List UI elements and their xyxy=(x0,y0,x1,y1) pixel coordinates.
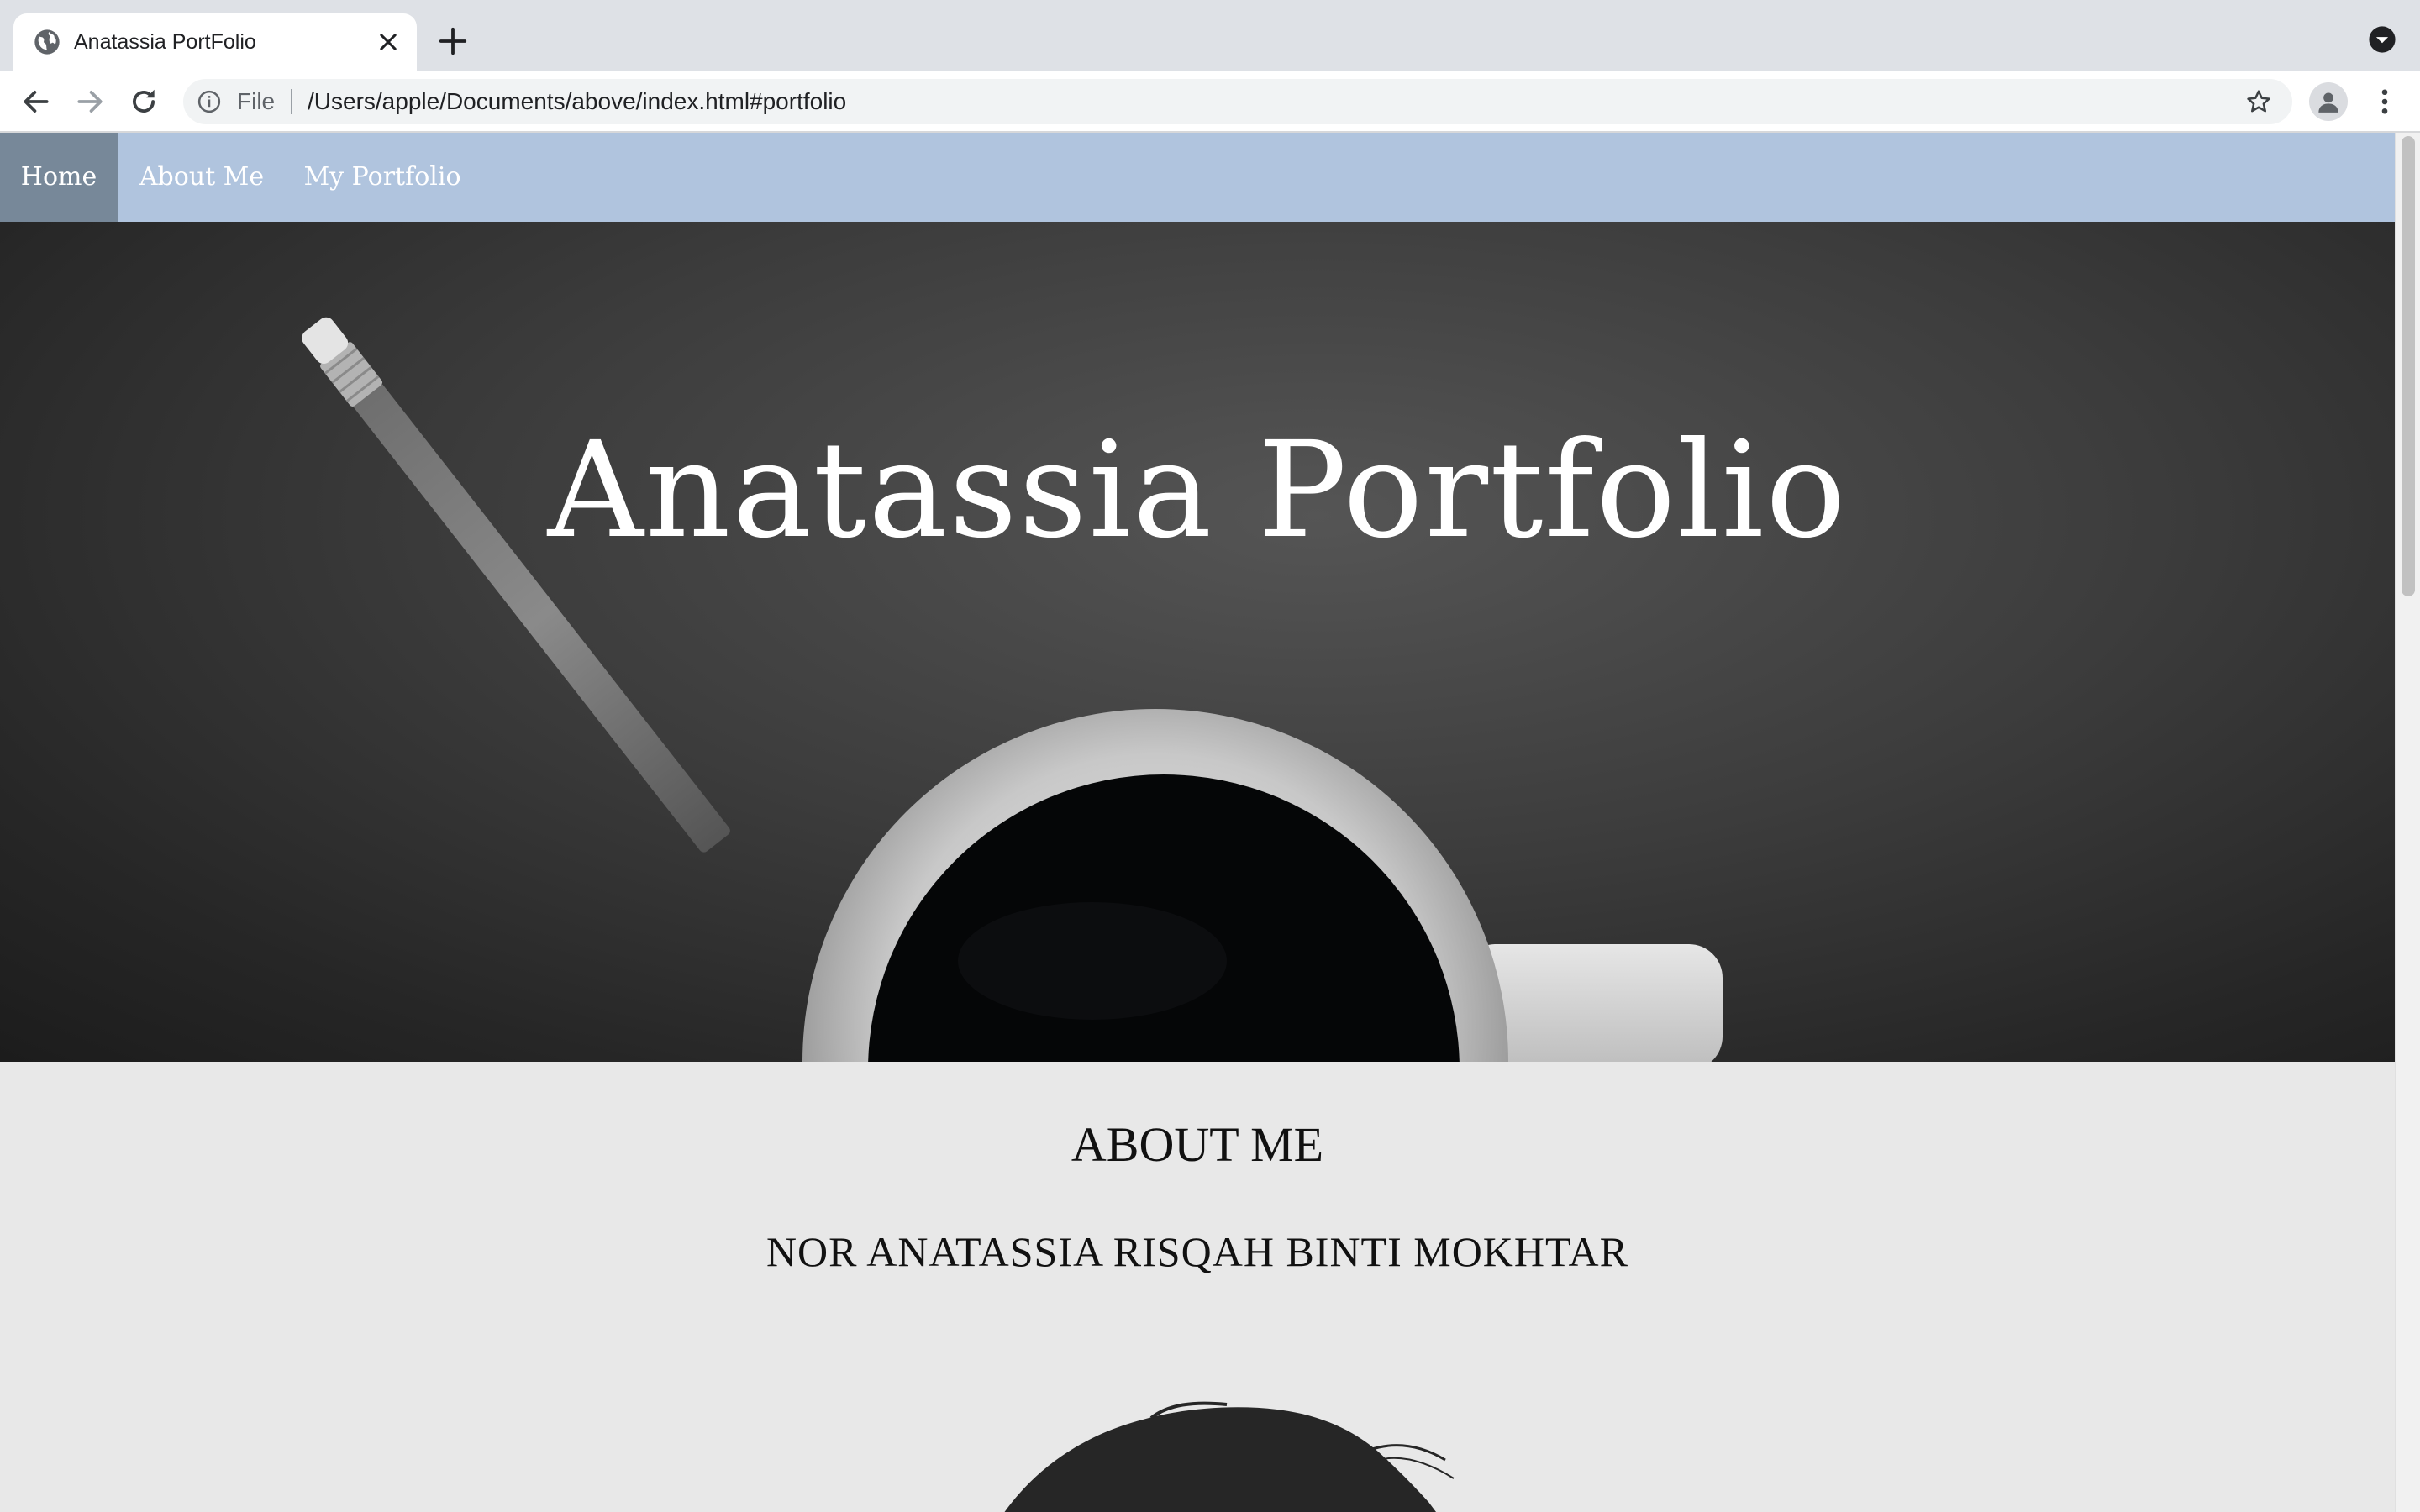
hero-banner: Anatassia Portfolio xyxy=(0,222,2395,1062)
plus-icon[interactable] xyxy=(437,25,469,57)
tab-strip: Anatassia PortFolio xyxy=(0,0,2420,71)
kebab-menu-icon[interactable] xyxy=(2370,86,2400,118)
nav-portfolio-link[interactable]: My Portfolio xyxy=(286,133,479,222)
tab-search-icon[interactable] xyxy=(2368,25,2396,54)
about-full-name: NOR ANATASSIA RISQAH BINTI MOKHTAR xyxy=(765,1228,1629,1275)
forward-arrow-icon[interactable] xyxy=(74,86,106,118)
omnibox-divider xyxy=(291,89,292,114)
url-text[interactable]: /Users/apple/Documents/above/index.html#… xyxy=(308,87,846,116)
star-icon[interactable] xyxy=(2245,88,2272,115)
info-icon[interactable] xyxy=(197,89,222,114)
profile-icon xyxy=(2318,92,2338,113)
hero-title: Anatassia Portfolio xyxy=(547,413,1848,568)
hero-background-image xyxy=(302,317,1723,1062)
url-scheme-label: File xyxy=(237,88,276,114)
nav-home-link[interactable]: Home xyxy=(0,133,118,222)
browser-toolbar: File /Users/apple/Documents/above/index.… xyxy=(0,71,2420,133)
site-navbar: Home About Me My Portfolio xyxy=(0,133,2395,222)
address-bar[interactable]: File /Users/apple/Documents/above/index.… xyxy=(183,79,2292,124)
reload-icon[interactable] xyxy=(128,86,160,118)
browser-tab[interactable]: Anatassia PortFolio xyxy=(13,13,417,71)
about-heading: ABOUT ME xyxy=(1071,1117,1324,1172)
tab-title: Anatassia PortFolio xyxy=(74,30,256,54)
page-viewport: Home About Me My Portfolio Anatassia Por… xyxy=(0,133,2420,1512)
scrollbar-thumb[interactable] xyxy=(2402,136,2415,596)
profile-button[interactable] xyxy=(2309,82,2348,121)
back-arrow-icon[interactable] xyxy=(20,86,52,118)
nav-about-link[interactable]: About Me xyxy=(118,133,286,222)
globe-icon xyxy=(34,29,60,55)
portfolio-page: Home About Me My Portfolio Anatassia Por… xyxy=(0,133,2395,1512)
avatar-silhouette xyxy=(1004,1401,1455,1512)
page-scrollbar[interactable] xyxy=(2395,133,2420,1512)
close-icon[interactable] xyxy=(376,30,400,54)
